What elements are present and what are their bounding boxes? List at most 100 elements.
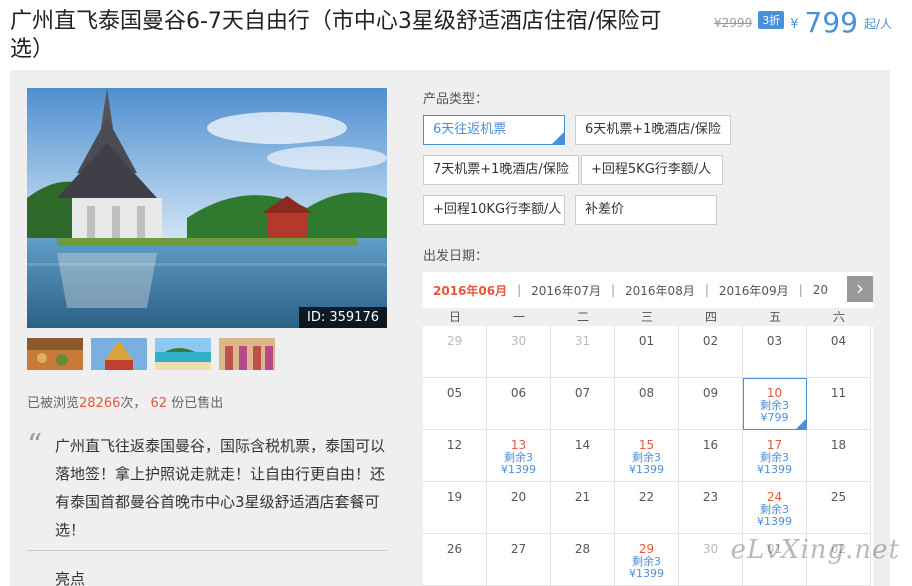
calendar-day[interactable]: 06 xyxy=(487,378,551,430)
day-price: ¥1399 xyxy=(629,463,664,476)
month-tab-2016-09[interactable]: 2016年09月 xyxy=(709,282,799,299)
day-number: 12 xyxy=(446,438,463,452)
calendar-day[interactable]: 25 xyxy=(807,482,871,534)
hero-image[interactable]: ID: 359176 xyxy=(27,88,387,328)
day-price: ¥799 xyxy=(760,411,789,424)
calendar-day[interactable]: 23 xyxy=(679,482,743,534)
thumbnail-beach[interactable] xyxy=(155,338,211,370)
weekday-header: 日一二三四五六 xyxy=(423,308,873,326)
calendar-day-available[interactable]: 17 剩余3 ¥1399 xyxy=(743,430,807,482)
calendar-day[interactable]: 26 xyxy=(423,534,487,586)
calendar-day-available[interactable]: 15 剩余3 ¥1399 xyxy=(615,430,679,482)
calendar-day[interactable]: 02 xyxy=(679,326,743,378)
sold-count: 62 xyxy=(150,396,168,411)
weekday-label: 六 xyxy=(832,310,845,324)
day-number: 14 xyxy=(574,438,591,452)
option-6day-hotel[interactable]: 6天机票+1晚酒店/保险 xyxy=(575,115,731,145)
calendar-day[interactable]: 28 xyxy=(551,534,615,586)
day-number: 13 xyxy=(510,438,527,452)
calendar-day[interactable]: 04 xyxy=(807,326,871,378)
calendar-day[interactable]: 09 xyxy=(679,378,743,430)
weekday-label: 一 xyxy=(512,310,525,324)
calendar-day[interactable]: 01 xyxy=(615,326,679,378)
calendar-day-available[interactable]: 24 剩余3 ¥1399 xyxy=(743,482,807,534)
thumbnail-market[interactable] xyxy=(27,338,83,370)
calendar-day[interactable]: 03 xyxy=(743,326,807,378)
day-number: 08 xyxy=(638,386,655,400)
day-number: 29 xyxy=(638,542,655,556)
product-description: “ 广州直飞往返泰国曼谷，国际含税机票，泰国可以落地签！拿上护照说走就走！让自由… xyxy=(27,428,387,544)
day-number: 26 xyxy=(446,542,463,556)
option-10kg-luggage[interactable]: +回程10KG行李额/人 xyxy=(423,195,565,225)
weekday-label: 二 xyxy=(576,310,589,324)
calendar-day-available[interactable]: 10 剩余3 ¥799 xyxy=(743,378,807,430)
product-type-label: 产品类型： xyxy=(423,92,489,107)
sales-stats: 已被浏览28266次， 62 份已售出 xyxy=(27,392,223,411)
day-number: 19 xyxy=(446,490,463,504)
day-number: 11 xyxy=(830,386,847,400)
stats-suffix: 份已售出 xyxy=(171,396,224,411)
calendar-day[interactable]: 31 xyxy=(551,326,615,378)
month-tab-next-partial[interactable]: 20 xyxy=(803,283,838,297)
calendar-day[interactable]: 11 xyxy=(807,378,871,430)
view-count: 28266 xyxy=(79,396,121,411)
quote-icon: “ xyxy=(27,428,43,463)
watermark: eLvXing.net xyxy=(730,535,900,565)
weekday-label: 五 xyxy=(768,310,781,324)
calendar-day[interactable]: 19 xyxy=(423,482,487,534)
calendar-day[interactable]: 29 xyxy=(423,326,487,378)
calendar-day[interactable]: 22 xyxy=(615,482,679,534)
day-number: 15 xyxy=(638,438,655,452)
calendar-day[interactable]: 05 xyxy=(423,378,487,430)
chevron-right-icon[interactable]: › xyxy=(847,276,873,302)
calendar-day[interactable]: 08 xyxy=(615,378,679,430)
departure-label: 出发日期： xyxy=(423,249,489,264)
day-number: 29 xyxy=(446,334,463,348)
calendar-day[interactable]: 12 xyxy=(423,430,487,482)
month-tab-2016-06[interactable]: 2016年06月 xyxy=(423,282,517,299)
highlights-heading: 亮点 xyxy=(55,570,86,586)
option-7day-hotel[interactable]: 7天机票+1晚酒店/保险 xyxy=(423,155,579,185)
description-text: 广州直飞往返泰国曼谷，国际含税机票，泰国可以落地签！拿上护照说走就走！让自由行更… xyxy=(55,437,386,539)
day-number: 05 xyxy=(446,386,463,400)
thumbnail-palace[interactable] xyxy=(91,338,147,370)
weekday-label: 日 xyxy=(448,310,461,324)
day-price: ¥1399 xyxy=(757,515,792,528)
day-number: 25 xyxy=(830,490,847,504)
day-number: 04 xyxy=(830,334,847,348)
calendar-day[interactable]: 27 xyxy=(487,534,551,586)
day-number: 17 xyxy=(766,438,783,452)
month-tab-2016-08[interactable]: 2016年08月 xyxy=(615,282,705,299)
calendar-day[interactable]: 16 xyxy=(679,430,743,482)
weekday-label: 四 xyxy=(704,310,717,324)
option-price-difference[interactable]: 补差价 xyxy=(575,195,717,225)
calendar-day[interactable]: 20 xyxy=(487,482,551,534)
day-price: ¥1399 xyxy=(501,463,536,476)
calendar-day[interactable]: 18 xyxy=(807,430,871,482)
calendar-day-available[interactable]: 29 剩余3 ¥1399 xyxy=(615,534,679,586)
calendar-day-available[interactable]: 13 剩余3 ¥1399 xyxy=(487,430,551,482)
option-5kg-luggage[interactable]: +回程5KG行李额/人 xyxy=(581,155,723,185)
day-number: 03 xyxy=(766,334,783,348)
day-number: 30 xyxy=(510,334,527,348)
calendar-day[interactable]: 07 xyxy=(551,378,615,430)
price-box: ¥2999 3折 ¥ 799 起/人 xyxy=(714,8,892,38)
stats-mid: 次， xyxy=(120,396,147,411)
price-unit: 起/人 xyxy=(863,17,892,31)
month-tab-2016-07[interactable]: 2016年07月 xyxy=(521,282,611,299)
calendar-day[interactable]: 14 xyxy=(551,430,615,482)
stats-prefix: 已被浏览 xyxy=(27,396,80,411)
calendar-day[interactable]: 30 xyxy=(487,326,551,378)
thumbnail-strip xyxy=(27,338,275,370)
product-panel: ID: 359176 已被浏览28266次， 62 份已售出 “ 广州直飞往返泰… xyxy=(10,70,890,586)
day-number: 16 xyxy=(702,438,719,452)
divider xyxy=(27,550,387,551)
day-number: 20 xyxy=(510,490,527,504)
day-number: 09 xyxy=(702,386,719,400)
option-6day-flight[interactable]: 6天往返机票 xyxy=(423,115,565,145)
day-price: ¥1399 xyxy=(629,567,664,580)
thumbnail-dancers[interactable] xyxy=(219,338,275,370)
calendar-day[interactable]: 21 xyxy=(551,482,615,534)
weekday-label: 三 xyxy=(640,310,653,324)
day-price: ¥1399 xyxy=(757,463,792,476)
